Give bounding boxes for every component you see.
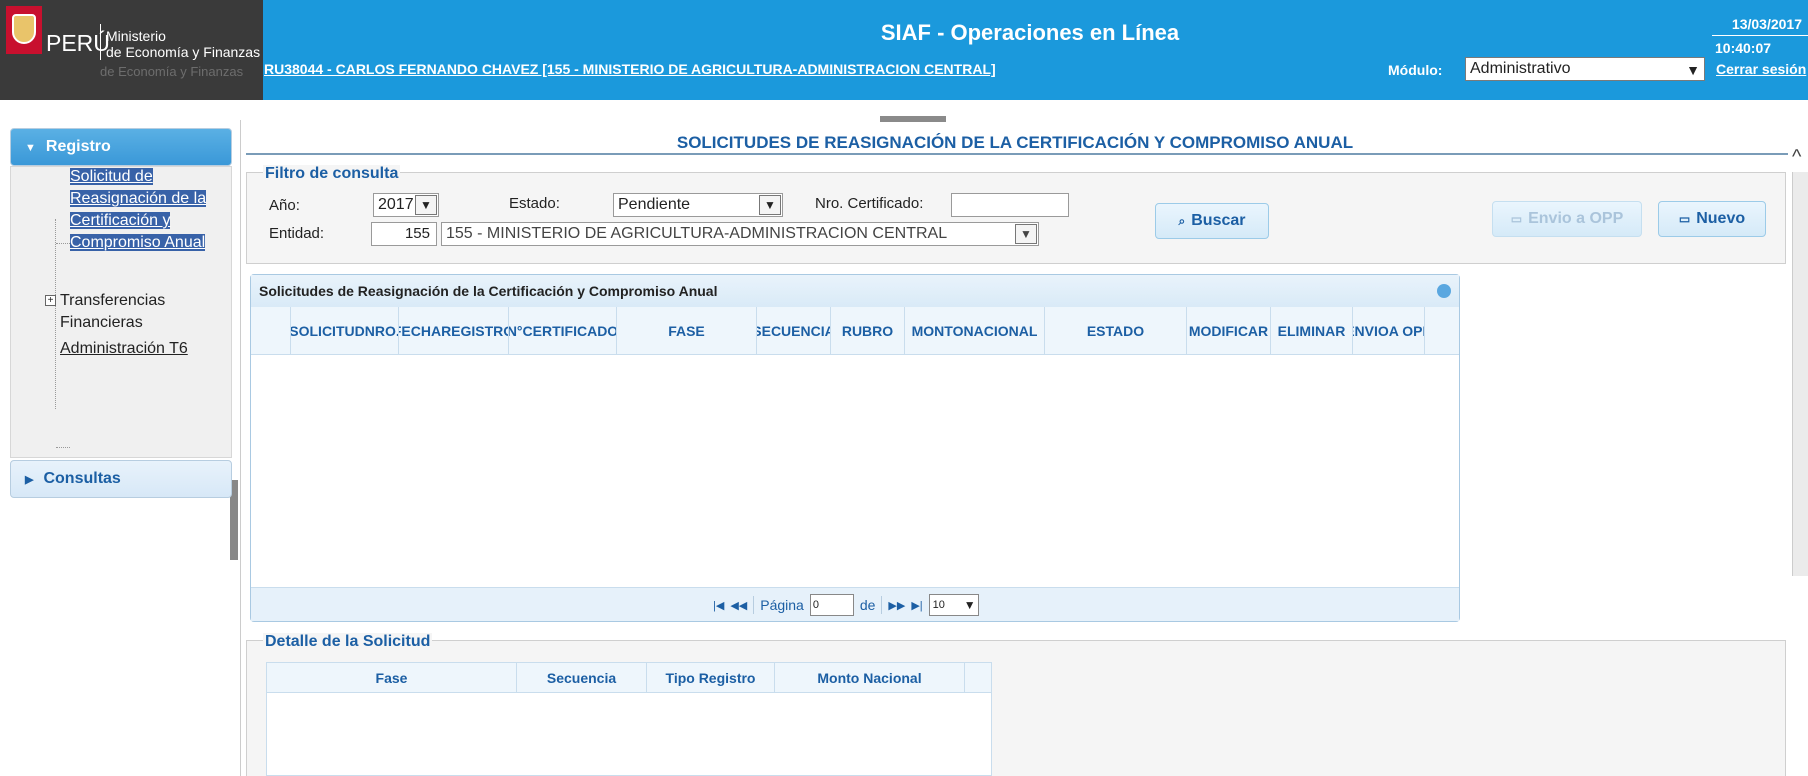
col-header-eliminar[interactable]: ELIMINAR — [1271, 307, 1353, 355]
vertical-scrollbar[interactable] — [1792, 172, 1808, 576]
logo-ministry-line2: de Economía y Finanzas — [106, 44, 261, 60]
entidad-select[interactable]: 155 - MINISTERIO DE AGRICULTURA-ADMINIST… — [441, 222, 1039, 246]
app-header: PERÚ Ministerio de Economía y Finanzas d… — [0, 0, 1808, 100]
caret-right-icon: ▶ — [25, 474, 34, 486]
detail-grid: Fase Secuencia Tipo Registro Monto Nacio… — [266, 662, 992, 776]
logo-ministry-line1: Ministerio — [106, 28, 166, 44]
detail-legend: Detalle de la Solicitud — [263, 633, 433, 651]
estado-select[interactable]: Pendiente ▼ — [613, 193, 783, 217]
nro-certificado-input[interactable] — [951, 193, 1069, 217]
scroll-up-icon[interactable]: ^ — [1792, 146, 1801, 169]
detail-col-monto-nacional[interactable]: Monto Nacional — [775, 663, 965, 693]
entidad-select-value: 155 - MINISTERIO DE AGRICULTURA-ADMINIST… — [446, 225, 948, 242]
col-header-estado[interactable]: ESTADO — [1045, 307, 1187, 355]
filter-legend: Filtro de consulta — [263, 165, 401, 183]
pager-page-label: Página — [760, 597, 804, 613]
sidebar-section-label: Registro — [45, 138, 111, 155]
page-size-select[interactable]: 10 ▼ — [928, 594, 979, 616]
entidad-code-input[interactable]: 155 — [371, 222, 437, 246]
grid-caption: Solicitudes de Reasignación de la Certif… — [251, 275, 1459, 307]
col-header-monto-nacional[interactable]: MONTO NACIONAL — [905, 307, 1045, 355]
modulo-label: Módulo: — [1388, 62, 1443, 78]
modulo-select[interactable]: Administrativo ▼ — [1465, 57, 1705, 81]
logo-ghost-text: de Economía y Finanzas — [100, 64, 244, 79]
collapse-icon[interactable] — [1437, 284, 1451, 298]
filter-panel: Filtro de consulta Año: 2017 ▼ Estado: P… — [246, 165, 1786, 264]
sidebar-section-consultas[interactable]: ▶ Consultas — [10, 460, 232, 498]
detail-grid-header-row: Fase Secuencia Tipo Registro Monto Nacio… — [267, 663, 991, 693]
mef-logo: PERÚ Ministerio de Economía y Finanzas d… — [0, 0, 263, 100]
prev-page-icon[interactable]: ◀◀ — [730, 599, 747, 612]
chevron-down-icon: ▼ — [1015, 224, 1037, 244]
nro-certificado-label: Nro. Certificado: — [815, 195, 924, 212]
anio-label: Año: — [269, 197, 300, 214]
logout-link[interactable]: Cerrar sesión — [1716, 61, 1806, 77]
buscar-button-label: Buscar — [1191, 212, 1246, 229]
detail-col-secuencia[interactable]: Secuencia — [517, 663, 647, 693]
col-header-secuencia[interactable]: SECUENCIA — [757, 307, 831, 355]
anio-select-value: 2017 — [378, 196, 414, 213]
modulo-select-value: Administrativo — [1470, 60, 1571, 77]
grid-header-row: SOLICITUDNRO. FECHAREGISTRO N°CERTIFICAD… — [251, 307, 1459, 355]
grid-caption-text: Solicitudes de Reasignación de la Certif… — [259, 283, 718, 299]
col-header-fecha-registro[interactable]: FECHAREGISTRO — [399, 307, 509, 355]
page-title: SOLICITUDES DE REASIGNACIÓN DE LA CERTIF… — [676, 133, 1354, 152]
header-time: 10:40:07 — [1715, 40, 1772, 56]
sidebar-item-label: Transferencias Financieras — [60, 292, 166, 331]
grid-pager: |◀ ◀◀ Página 0 de ▶▶ ▶| 10 ▼ — [251, 587, 1459, 621]
col-header-nro-certificado[interactable]: N°CERTIFICADO — [509, 307, 617, 355]
chevron-down-icon: ▼ — [415, 195, 437, 215]
sidebar-item-label: Solicitud de Reasignación de la Certific… — [70, 168, 207, 251]
pager-of-label: de — [859, 597, 876, 613]
detail-col-tipo-registro[interactable]: Tipo Registro — [647, 663, 775, 693]
next-page-icon[interactable]: ▶▶ — [888, 599, 905, 612]
col-header-modificar[interactable]: MODIFICAR — [1187, 307, 1271, 355]
envio-opp-button-label: Envio a OPP — [1528, 210, 1624, 227]
expand-plus-icon[interactable]: + — [45, 295, 56, 306]
caret-down-icon: ▼ — [25, 142, 36, 154]
nuevo-button-label: Nuevo — [1696, 210, 1746, 227]
header-date: 13/03/2017 — [1731, 16, 1802, 32]
page-size-value: 10 — [932, 599, 945, 611]
chevron-down-icon: ▼ — [963, 598, 976, 612]
estado-label: Estado: — [509, 195, 560, 212]
sidebar-item-solicitud-reasignacion[interactable]: Solicitud de Reasignación de la Certific… — [70, 166, 220, 254]
sidebar: ▼ Registro Solicitud de Reasignación de l… — [10, 128, 232, 776]
buscar-button[interactable]: ⌕ Buscar — [1155, 203, 1269, 239]
estado-select-value: Pendiente — [618, 196, 691, 213]
envio-opp-button[interactable]: ▭ Envio a OPP — [1492, 201, 1642, 237]
grid-row-number-header — [251, 307, 291, 355]
col-header-fase[interactable]: FASE — [617, 307, 757, 355]
search-icon: ⌕ — [1178, 214, 1186, 228]
collapse-header-handle[interactable] — [880, 116, 946, 122]
solicitudes-grid: Solicitudes de Reasignación de la Certif… — [250, 274, 1460, 622]
new-icon: ▭ — [1678, 212, 1691, 226]
first-page-icon[interactable]: |◀ — [713, 599, 724, 612]
anio-select[interactable]: 2017 ▼ — [373, 193, 439, 217]
app-title: SIAF - Operaciones en Línea — [880, 20, 1180, 45]
chevron-down-icon: ▼ — [1686, 62, 1700, 78]
sidebar-item-transferencias[interactable]: Transferencias Financieras — [60, 290, 210, 334]
entidad-label: Entidad: — [269, 225, 325, 242]
col-header-envio-opp[interactable]: ENVIOA OPP — [1353, 307, 1425, 355]
pager-controls: |◀ ◀◀ Página 0 de ▶▶ ▶| 10 ▼ — [713, 594, 979, 616]
send-icon: ▭ — [1510, 212, 1523, 226]
chevron-down-icon: ▼ — [759, 195, 781, 215]
col-header-solicitud[interactable]: SOLICITUD NRO. — [291, 307, 399, 355]
col-header-rubro[interactable]: RUBRO — [831, 307, 905, 355]
sidebar-item-label: Administración T6 — [60, 340, 188, 357]
user-info-link[interactable]: RU38044 - CARLOS FERNANDO CHAVEZ [155 - … — [264, 61, 996, 77]
sidebar-section-label: Consultas — [43, 470, 121, 487]
pager-page-input[interactable]: 0 — [809, 594, 854, 616]
sidebar-section-registro[interactable]: ▼ Registro — [10, 128, 232, 166]
last-page-icon[interactable]: ▶| — [911, 599, 922, 612]
sidebar-item-administracion-t6[interactable]: Administración T6 — [60, 338, 210, 360]
detail-col-fase[interactable]: Fase — [267, 663, 517, 693]
nuevo-button[interactable]: ▭ Nuevo — [1658, 201, 1766, 237]
coat-of-arms-icon — [12, 14, 36, 44]
